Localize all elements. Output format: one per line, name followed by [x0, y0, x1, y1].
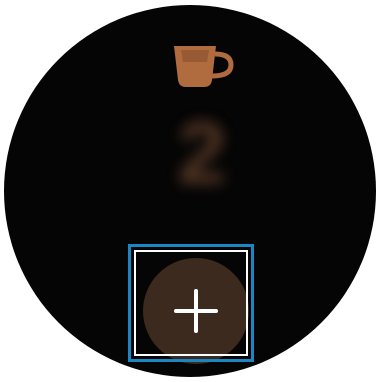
plus-icon: [174, 289, 218, 333]
add-cup-button[interactable]: [143, 258, 249, 364]
cup-count: 2: [177, 103, 227, 202]
coffee-cup-icon: [174, 46, 234, 87]
screen: 2: [0, 0, 380, 382]
